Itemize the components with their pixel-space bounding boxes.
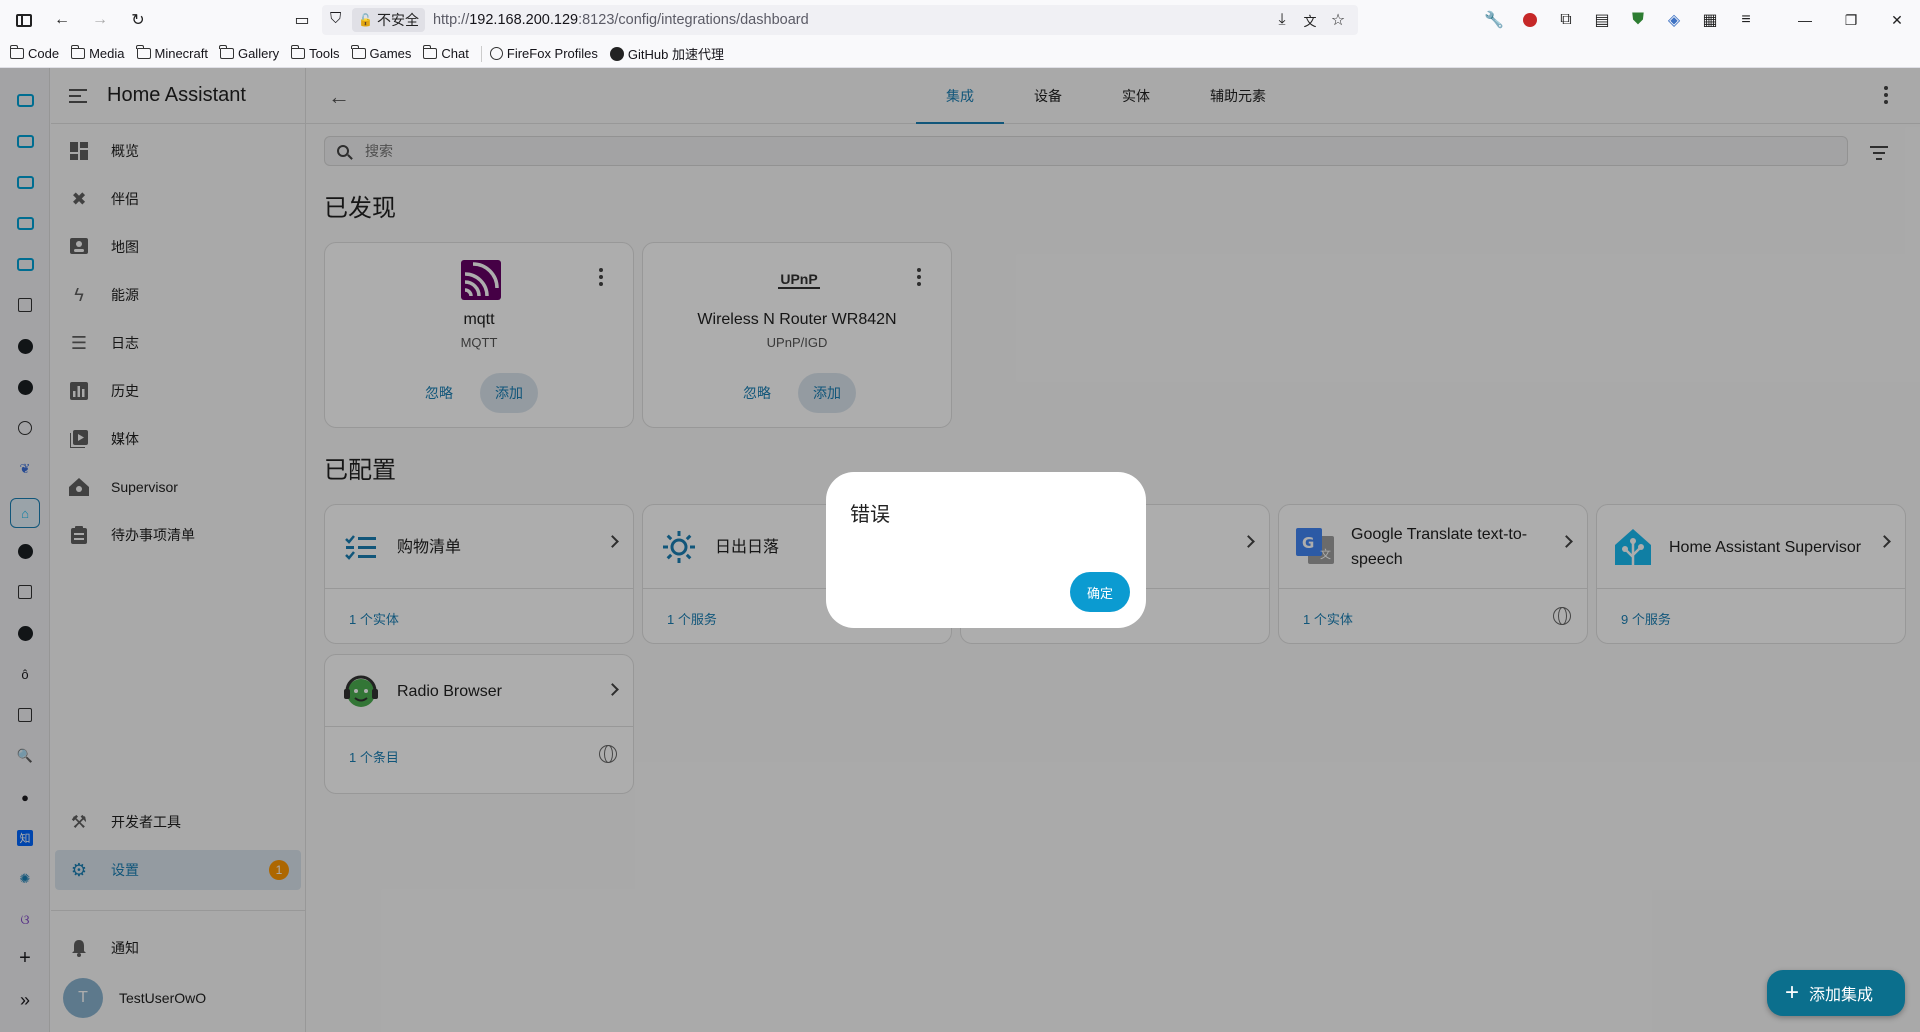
minimize-icon: — — [1798, 12, 1812, 28]
translate-icon: 文 — [1303, 13, 1317, 29]
security-badge[interactable]: 🔓 不安全 — [352, 8, 425, 32]
green-shield-icon: ⛊ — [1631, 11, 1644, 28]
menu-button[interactable]: ≡ — [1732, 6, 1760, 34]
folder-icon — [9, 45, 24, 59]
bookmark-chat[interactable]: Chat — [422, 45, 469, 61]
dialog-ok-button[interactable]: 确定 — [1070, 572, 1130, 612]
lock-icon: 🔓 — [358, 13, 373, 27]
extension-qr[interactable]: ▦ — [1696, 6, 1724, 34]
fab-label: 添加集成 — [1809, 987, 1874, 1004]
url-bar[interactable]: ⛉ 🔓 不安全 http://192.168.200.129:8123/conf… — [322, 5, 1358, 35]
folder-icon — [136, 45, 151, 59]
extension-red-circle[interactable] — [1516, 6, 1544, 34]
minimize-button[interactable]: — — [1782, 0, 1828, 40]
bookmark-games[interactable]: Games — [351, 45, 411, 61]
bookmark-gallery[interactable]: Gallery — [219, 45, 279, 61]
python-icon: ◈ — [1667, 12, 1681, 29]
dialog-title: 错误 — [850, 504, 890, 526]
nav-buttons: ← → ↻ — [10, 6, 152, 34]
bookmark-media[interactable]: Media — [70, 45, 125, 61]
extension-wrench[interactable]: 🔧 — [1480, 6, 1508, 34]
screenshot-button[interactable]: ▭ — [288, 6, 316, 34]
bookmark-firefox-profiles[interactable]: FireFox Profiles — [489, 46, 598, 61]
extension-archive[interactable]: ▤ — [1588, 6, 1616, 34]
github-icon — [609, 46, 624, 61]
translate-button[interactable]: 文 — [1298, 8, 1322, 32]
download-page-button[interactable]: ⤓ — [1270, 8, 1294, 32]
back-button[interactable]: ← — [48, 6, 76, 34]
folder-icon — [290, 45, 306, 59]
plus-icon: + — [1785, 979, 1800, 1006]
url-text[interactable]: http://192.168.200.129:8123/config/integ… — [433, 12, 809, 28]
folder-icon — [422, 45, 438, 59]
extension-icons: 🔧 ⧉ ▤ ⛊ ◈ ▦ ≡ — [1480, 6, 1760, 34]
forward-arrow-icon: → — [92, 11, 108, 28]
bookmark-tools[interactable]: Tools — [290, 45, 340, 61]
archive-icon: ▤ — [1594, 12, 1610, 29]
puzzle-icon: ⧉ — [1560, 11, 1572, 28]
shield-icon: ⛉ — [330, 10, 342, 27]
reload-button[interactable]: ↻ — [124, 6, 152, 34]
restore-icon: ❐ — [1844, 11, 1858, 28]
bookmark-star-button[interactable]: ☆ — [1326, 8, 1350, 32]
bookmark-code[interactable]: Code — [9, 45, 59, 61]
star-icon: ☆ — [1330, 12, 1346, 29]
wrench-icon: 🔧 — [1484, 12, 1504, 29]
sidebar-toggle-button[interactable] — [10, 6, 38, 34]
qr-icon: ▦ — [1702, 12, 1718, 29]
bookmark-separator — [480, 45, 482, 62]
close-window-button[interactable]: ✕ — [1874, 0, 1920, 40]
url-actions: ⤓ 文 ☆ — [1270, 8, 1350, 32]
security-label: 不安全 — [376, 12, 419, 28]
bookmarks-bar: Code Media Minecraft Gallery Tools Games… — [0, 40, 1920, 68]
folder-icon — [70, 45, 86, 59]
extensions-button[interactable]: ⧉ — [1552, 6, 1580, 34]
circle-extension-icon — [1523, 13, 1537, 27]
error-dialog: 错误 确定 — [826, 472, 1146, 628]
restore-button[interactable]: ❐ — [1828, 0, 1874, 40]
screen-icon: ▭ — [294, 12, 310, 29]
close-icon: ✕ — [1891, 11, 1903, 28]
sidebar-icon — [16, 13, 32, 27]
add-integration-button[interactable]: + 添加集成 — [1767, 970, 1905, 1016]
window-controls: — ❐ ✕ — [1782, 0, 1920, 40]
bookmark-minecraft[interactable]: Minecraft — [136, 45, 208, 61]
bookmark-github-proxy[interactable]: GitHub 加速代理 — [609, 44, 724, 63]
browser-toolbar: ← → ↻ ▭ ⛉ 🔓 不安全 http://192.168.200.129:8… — [0, 0, 1920, 40]
extension-python[interactable]: ◈ — [1660, 6, 1688, 34]
back-arrow-icon: ← — [54, 11, 70, 28]
globe-icon — [489, 47, 503, 60]
forward-button[interactable]: → — [86, 6, 114, 34]
extension-shield[interactable]: ⛊ — [1624, 6, 1652, 34]
reload-icon: ↻ — [131, 12, 145, 29]
download-icon: ⤓ — [1278, 11, 1286, 28]
hamburger-icon: ≡ — [1741, 11, 1751, 28]
folder-icon — [351, 45, 366, 59]
folder-icon — [219, 45, 234, 59]
